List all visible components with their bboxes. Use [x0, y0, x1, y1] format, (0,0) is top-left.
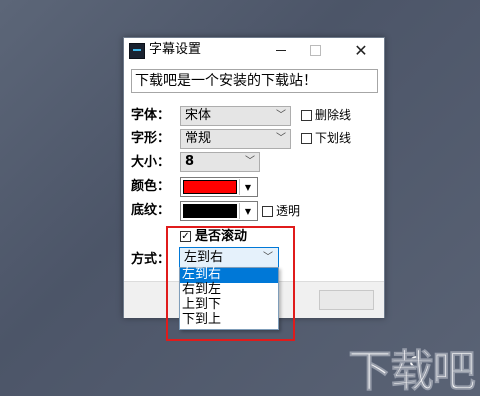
text-color-picker[interactable]: ▼	[180, 177, 258, 197]
chevron-down-icon: ﹀	[245, 156, 255, 167]
strikethrough-label: 删除线	[315, 108, 352, 122]
dropdown-arrow-icon[interactable]: ▼	[239, 179, 256, 195]
watermark-text: 下载吧	[348, 346, 477, 396]
minimize-icon	[276, 50, 286, 51]
title-bar[interactable]: 字幕设置 ✕	[124, 38, 384, 63]
background-color-picker[interactable]: ▼	[180, 201, 258, 221]
chevron-down-icon: ﹀	[276, 133, 286, 144]
style-select[interactable]: 常规 ﹀	[180, 129, 291, 149]
strikethrough-checkbox[interactable]	[301, 110, 312, 121]
app-icon	[129, 43, 145, 59]
maximize-icon	[309, 45, 321, 56]
mode-label: 方式：	[131, 252, 171, 267]
transparent-label: 透明	[276, 204, 301, 218]
background-label: 底纹：	[131, 203, 171, 218]
close-icon: ✕	[354, 41, 368, 60]
underline-label: 下划线	[315, 131, 352, 145]
color-label: 颜色：	[131, 179, 171, 194]
chevron-down-icon: ﹀	[276, 110, 286, 121]
font-label: 字体：	[131, 108, 171, 123]
close-button[interactable]: ✕	[344, 38, 378, 63]
style-label: 字形：	[131, 131, 171, 146]
underline-checkbox[interactable]	[301, 133, 312, 144]
maximize-button[interactable]	[298, 38, 332, 63]
transparent-checkbox[interactable]	[262, 206, 273, 217]
size-label: 大小：	[131, 155, 171, 170]
dropdown-arrow-icon[interactable]: ▼	[239, 203, 256, 219]
window-title: 字幕设置	[149, 42, 202, 57]
font-select-value: 宋体	[185, 108, 212, 123]
subtitle-text-input[interactable]: 下载吧是一个安装的下载站！	[131, 69, 378, 93]
watermark-logo: 下载吧	[343, 336, 480, 396]
size-select-value: 8	[185, 154, 195, 169]
text-color-swatch	[183, 180, 237, 194]
font-select[interactable]: 宋体 ﹀	[180, 106, 291, 126]
annotation-highlight-box	[166, 226, 295, 341]
size-select[interactable]: 8 ﹀	[180, 152, 260, 172]
minimize-button[interactable]	[264, 38, 298, 63]
hidden-button[interactable]	[319, 290, 374, 310]
style-select-value: 常规	[185, 131, 212, 146]
background-color-swatch	[183, 204, 237, 218]
